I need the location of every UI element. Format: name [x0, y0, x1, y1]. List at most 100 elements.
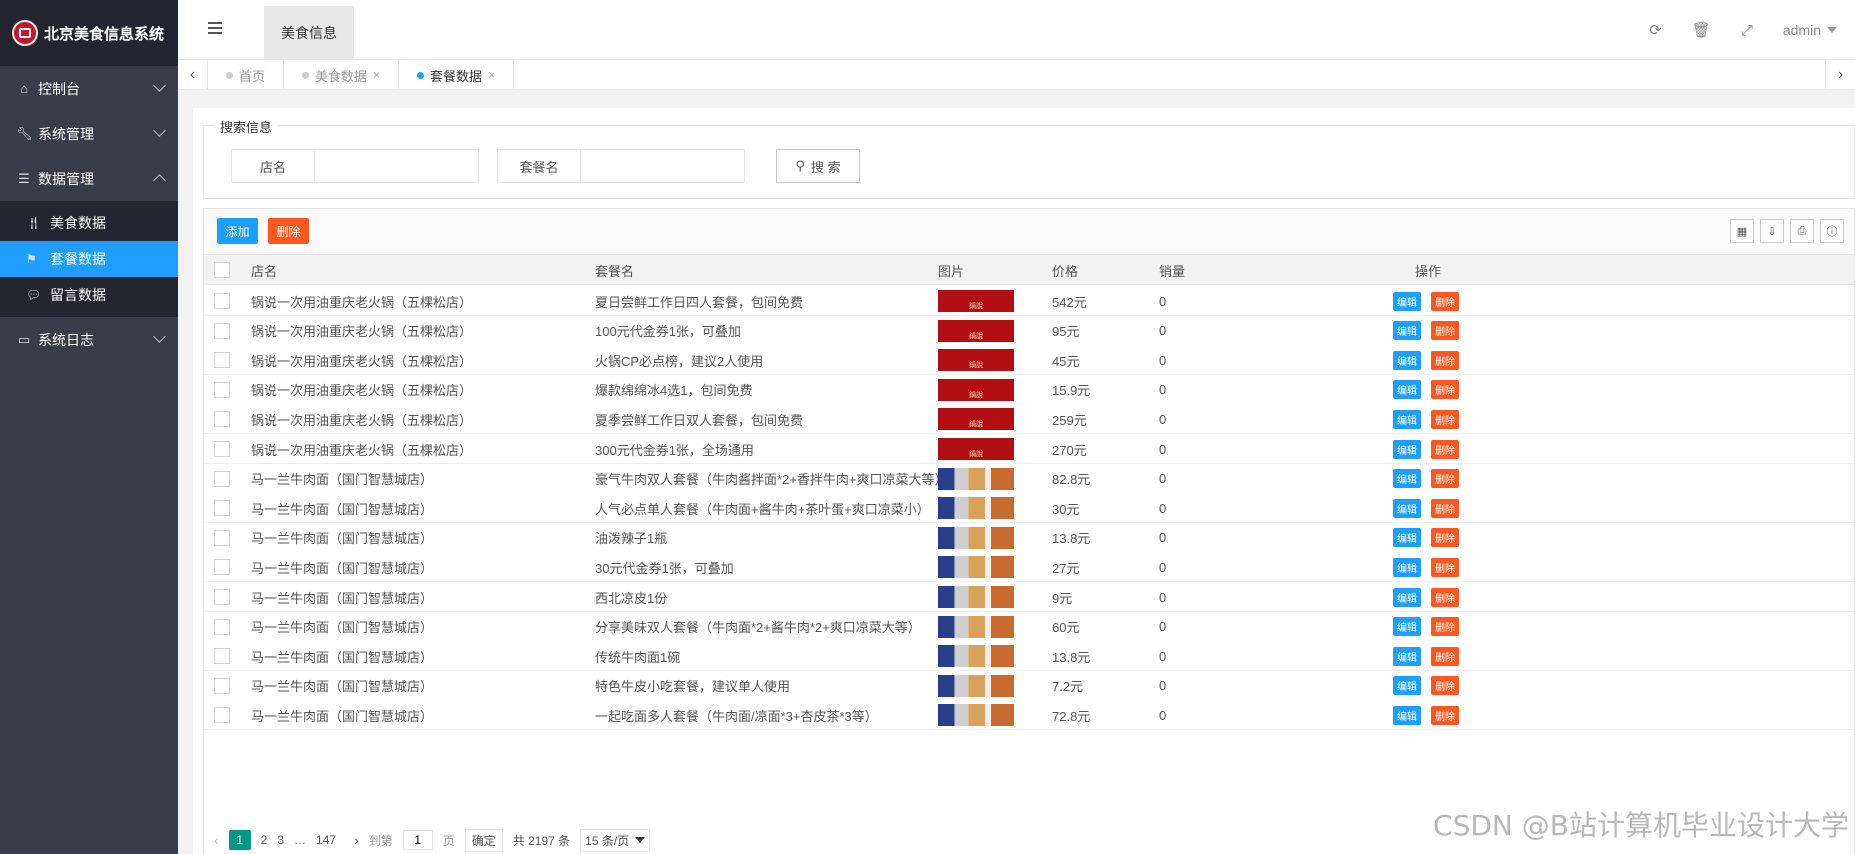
tab-package-data[interactable]: 套餐数据 × [399, 60, 515, 90]
delete-button[interactable]: 删除 [1431, 380, 1459, 400]
delete-button[interactable]: 删除 [1431, 498, 1459, 518]
refresh-icon[interactable]: ⟳ [1649, 21, 1662, 39]
row-checkbox[interactable] [214, 411, 230, 428]
tabs-scroll-right-icon[interactable]: › [1825, 60, 1855, 90]
tab-food-data[interactable]: 美食数据 × [284, 60, 400, 90]
delete-button[interactable]: 删除 [1431, 646, 1459, 666]
export-icon[interactable]: ⇩ [1760, 219, 1784, 243]
edit-button[interactable]: 编辑 [1393, 439, 1421, 459]
add-button[interactable]: 添加 [217, 218, 258, 244]
row-checkbox[interactable] [214, 648, 230, 665]
table-header: 店名 套餐名 图片 价格 销量 操作 [204, 255, 1854, 285]
edit-button[interactable]: 编辑 [1393, 409, 1421, 429]
food-thumbnail [938, 467, 1014, 490]
row-checkbox[interactable] [214, 589, 230, 605]
page-3[interactable]: 3 [277, 833, 284, 847]
edit-button[interactable]: 编辑 [1393, 587, 1421, 607]
delete-button[interactable]: 删除 [1431, 557, 1459, 577]
edit-button[interactable]: 编辑 [1393, 469, 1421, 489]
close-icon[interactable]: × [488, 68, 495, 82]
row-select-cell [214, 345, 230, 375]
edit-button[interactable]: 编辑 [1393, 705, 1421, 725]
select-all-checkbox[interactable] [214, 262, 230, 278]
goto-page-input[interactable] [402, 830, 433, 850]
row-select-cell [214, 641, 230, 671]
close-icon[interactable]: × [373, 68, 380, 82]
row-checkbox[interactable] [214, 529, 230, 546]
sidebar-item-data[interactable]: ☰ 数据管理 [0, 156, 178, 201]
info-icon[interactable]: ⓘ [1820, 219, 1844, 243]
row-checkbox[interactable] [214, 559, 230, 576]
columns-icon[interactable]: ▦ [1730, 219, 1754, 243]
cell-sales: 0 [1159, 471, 1167, 487]
edit-button[interactable]: 编辑 [1393, 528, 1421, 548]
row-checkbox[interactable] [214, 322, 230, 339]
row-checkbox[interactable] [214, 677, 230, 694]
page-last[interactable]: 147 [316, 833, 336, 847]
delete-button[interactable]: 删除 [1431, 350, 1459, 370]
row-checkbox[interactable] [214, 470, 230, 487]
delete-button[interactable]: 删除 [1431, 528, 1459, 548]
fullscreen-icon[interactable]: ⤢ [1741, 22, 1753, 39]
row-checkbox[interactable] [214, 707, 230, 724]
page-2[interactable]: 2 [261, 833, 268, 847]
table-row: 马一兰牛肉面（国门智慧城店） 豪气牛肉双人套餐（牛肉酱拌面*2+香拌牛肉+爽口凉菜… [204, 463, 1854, 494]
edit-button[interactable]: 编辑 [1393, 557, 1421, 577]
sidebar-item-message-data[interactable]: 💬︎ 留言数据 [0, 277, 178, 313]
per-page-select[interactable]: 15 条/页 [580, 828, 651, 852]
row-checkbox[interactable] [214, 381, 230, 398]
page-1[interactable]: 1 [228, 830, 251, 850]
edit-button[interactable]: 编辑 [1393, 291, 1421, 311]
goto-confirm-button[interactable]: 确定 [464, 828, 503, 852]
header-tab-food-info[interactable]: 美食信息 [264, 6, 354, 60]
sidebar-item-package-data[interactable]: ⚑ 套餐数据 [0, 241, 178, 277]
tab-home[interactable]: 首页 [208, 60, 285, 90]
edit-button[interactable]: 编辑 [1393, 380, 1421, 400]
sidebar-item-system[interactable]: 🔧︎ 系统管理 [0, 111, 178, 156]
edit-button[interactable]: 编辑 [1393, 321, 1421, 341]
shop-input[interactable] [315, 149, 479, 183]
cell-image [938, 375, 1014, 405]
cell-image [938, 523, 1014, 553]
sidebar-item-logs[interactable]: ▭ 系统日志 [0, 317, 178, 362]
row-checkbox[interactable] [214, 618, 230, 635]
cell-shop: 马一兰牛肉面（国门智慧城店） [251, 472, 434, 488]
tabs-scroll-left-icon[interactable]: ‹ [178, 60, 208, 90]
cell-price: 72.8元 [1052, 708, 1091, 724]
trash-icon[interactable]: 🗑︎ [1692, 21, 1711, 39]
delete-button[interactable]: 删除 [1431, 321, 1459, 341]
user-menu[interactable]: admin [1783, 22, 1837, 38]
row-checkbox[interactable] [214, 500, 230, 517]
row-checkbox[interactable] [214, 293, 230, 309]
cell-shop: 锅说一次用油重庆老火锅（五棵松店） [251, 412, 473, 428]
row-checkbox[interactable] [214, 352, 230, 369]
batch-delete-button[interactable]: 删除 [268, 218, 309, 244]
sidebar-item-food-data[interactable]: 🍴︎ 美食数据 [0, 205, 178, 241]
row-checkbox[interactable] [214, 441, 230, 457]
delete-button[interactable]: 删除 [1431, 291, 1459, 311]
cell-shop: 锅说一次用油重庆老火锅（五棵松店） [251, 324, 473, 340]
sidebar-item-console[interactable]: ⌂ 控制台 [0, 66, 178, 111]
delete-button[interactable]: 删除 [1431, 676, 1459, 696]
edit-button[interactable]: 编辑 [1393, 350, 1421, 370]
print-icon[interactable]: ⎙ [1790, 219, 1814, 243]
delete-button[interactable]: 删除 [1431, 705, 1459, 725]
delete-button[interactable]: 删除 [1431, 469, 1459, 489]
edit-button[interactable]: 编辑 [1393, 617, 1421, 637]
cell-ops: 编辑 删除 [1393, 464, 1459, 494]
edit-button[interactable]: 编辑 [1393, 498, 1421, 518]
edit-button[interactable]: 编辑 [1393, 646, 1421, 666]
delete-button[interactable]: 删除 [1431, 587, 1459, 607]
search-button[interactable]: ⚲ 搜 索 [776, 149, 860, 183]
package-input[interactable] [581, 149, 745, 183]
top-header: 美食信息 ⟳ 🗑︎ ⤢ admin [178, 0, 1855, 60]
delete-button[interactable]: 删除 [1431, 409, 1459, 429]
cell-package: 30元代金券1张，可叠加 [595, 560, 734, 576]
edit-button[interactable]: 编辑 [1393, 676, 1421, 696]
delete-button[interactable]: 删除 [1431, 617, 1459, 637]
prev-page[interactable]: ‹ [214, 832, 219, 848]
delete-button[interactable]: 删除 [1431, 439, 1459, 459]
next-page[interactable]: › [354, 832, 359, 848]
cell-sales: 0 [1159, 293, 1167, 309]
menu-toggle-icon[interactable] [208, 22, 222, 37]
